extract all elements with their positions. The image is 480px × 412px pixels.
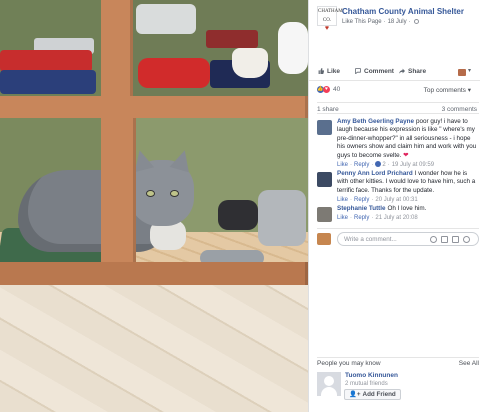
- commenter-avatar[interactable]: [317, 172, 332, 187]
- add-friend-icon: 👤+: [349, 391, 361, 398]
- camera-icon[interactable]: [441, 236, 448, 243]
- floor: [0, 285, 308, 412]
- heart-icon: ♥: [324, 24, 330, 32]
- share-label: Share: [408, 68, 427, 75]
- sticker-icon[interactable]: [463, 236, 470, 243]
- write-comment-row: Write a comment...: [317, 228, 479, 246]
- like-label: Like: [327, 68, 341, 75]
- comment-meta: Like · Reply · 21 July at 20:08: [337, 215, 418, 222]
- comment-text: Oh I love him.: [387, 205, 427, 212]
- cat-eye: [146, 190, 155, 197]
- page-name-link[interactable]: Chatham County Animal Shelter: [342, 7, 464, 16]
- container: [0, 70, 96, 94]
- comment-like-link[interactable]: Like: [337, 197, 348, 203]
- post-header: CHATHAM CO. ♥ Chatham County Animal Shel…: [317, 4, 479, 32]
- mug: [278, 22, 308, 74]
- comment-time[interactable]: 21 July at 20:08: [375, 215, 417, 221]
- person-avatar[interactable]: [317, 372, 341, 396]
- thumbs-up-icon: [318, 68, 324, 74]
- pot: [218, 200, 258, 230]
- post-actions: Like Comment Share ▾: [309, 65, 480, 81]
- comment-meta: Like · Reply · 2 · 19 July at 09:59: [337, 161, 435, 169]
- share-icon: [399, 68, 405, 74]
- comment-like-link[interactable]: Like: [337, 215, 348, 221]
- comment-body: Amy Beth Geerling Payne poor guy! i have …: [337, 118, 479, 169]
- reaction-count[interactable]: 40: [333, 86, 340, 93]
- like-button[interactable]: Like: [318, 68, 340, 75]
- container: [136, 4, 196, 34]
- add-friend-label: Add Friend: [362, 391, 396, 398]
- comment-time[interactable]: 20 July at 00:31: [375, 197, 417, 203]
- post-sidebar: CHATHAM CO. ♥ Chatham County Animal Shel…: [308, 0, 480, 412]
- globe-icon: [413, 19, 419, 24]
- comment-input-placeholder: Write a comment...: [344, 236, 397, 243]
- heart-emoji-icon: ❤: [403, 151, 409, 159]
- comment-body: Stephanie Tuttle Oh I love him. Like · Repl…: [337, 205, 479, 223]
- comment-meta: Like · Reply · 20 July at 00:31: [337, 197, 418, 204]
- container: [0, 50, 92, 72]
- commenter-name[interactable]: Stephanie Tuttle: [337, 205, 386, 212]
- current-page-avatar: [317, 233, 331, 245]
- post-meta: Like This Page · 18 July ·: [342, 19, 419, 25]
- gif-icon[interactable]: [452, 236, 459, 243]
- comment-input[interactable]: Write a comment...: [337, 232, 479, 246]
- like-page-link[interactable]: Like This Page: [342, 19, 382, 25]
- commenter-avatar[interactable]: [317, 207, 332, 222]
- container: [138, 58, 210, 88]
- people-you-may-know: People you may know See All Tuomo Kinnun…: [317, 357, 479, 407]
- add-friend-button[interactable]: 👤+ Add Friend: [344, 389, 401, 400]
- comment-reply-link[interactable]: Reply: [354, 215, 369, 221]
- share-count[interactable]: 1 share: [317, 106, 339, 113]
- comment-item: Stephanie Tuttle Oh I love him. Like · Repl…: [317, 205, 479, 225]
- emoji-icon[interactable]: [430, 236, 437, 243]
- chevron-down-icon[interactable]: ▾: [468, 67, 471, 74]
- engagement-counts: 1 share 3 comments: [317, 102, 479, 114]
- pymk-title: People you may know: [317, 360, 381, 367]
- commenter-avatar[interactable]: [317, 120, 332, 135]
- comment-like-link[interactable]: Like: [337, 162, 348, 168]
- reactions-bar: 👍 ♥ 40 Top comments ▾: [317, 85, 479, 97]
- share-as-avatar[interactable]: [458, 69, 466, 76]
- mutual-friends[interactable]: 2 mutual friends: [345, 381, 388, 387]
- comment-time[interactable]: 19 July at 09:59: [392, 162, 434, 168]
- commenter-name[interactable]: Penny Ann Lord Prichard: [337, 170, 413, 177]
- love-reaction-icon[interactable]: ♥: [323, 86, 330, 93]
- post-photo[interactable]: [0, 0, 308, 412]
- cabinet-shelf: [0, 96, 308, 118]
- kettle: [258, 190, 306, 246]
- comment-reaction-count[interactable]: 2: [382, 162, 385, 168]
- container: [206, 30, 258, 48]
- like-reaction-icon: [375, 161, 382, 168]
- comment-count[interactable]: 3 comments: [442, 106, 477, 113]
- comment-label: Comment: [364, 68, 394, 75]
- comment-icon: [355, 68, 361, 74]
- mug: [232, 48, 268, 78]
- person-name[interactable]: Tuomo Kinnunen: [345, 372, 398, 379]
- commenter-name[interactable]: Amy Beth Geerling Payne: [337, 118, 414, 125]
- post-date[interactable]: 18 July: [388, 19, 407, 25]
- page-avatar[interactable]: CHATHAM CO. ♥: [317, 6, 343, 32]
- cat-eye: [170, 190, 179, 197]
- comment-item: Penny Ann Lord Prichard I wonder how he i…: [317, 170, 479, 204]
- comment-body: Penny Ann Lord Prichard I wonder how he i…: [337, 170, 479, 205]
- share-button[interactable]: Share: [399, 68, 426, 75]
- page-avatar-text: CHATHAM CO.: [318, 9, 343, 23]
- top-comments-dropdown[interactable]: Top comments ▾: [424, 86, 471, 94]
- comment-reply-link[interactable]: Reply: [354, 197, 369, 203]
- see-all-link[interactable]: See All: [459, 360, 479, 367]
- comment-reply-link[interactable]: Reply: [354, 162, 369, 168]
- comment-item: Amy Beth Geerling Payne poor guy! i have …: [317, 118, 479, 168]
